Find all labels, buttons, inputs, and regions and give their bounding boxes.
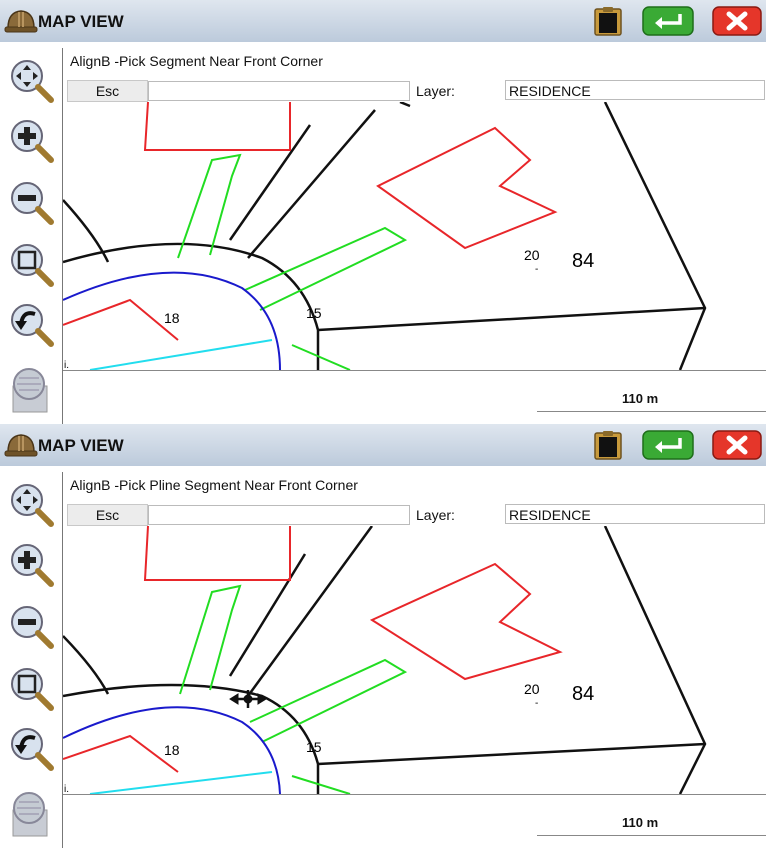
red-building-2 (369, 562, 563, 681)
green-line-3 (291, 775, 351, 794)
enter-button[interactable] (642, 430, 694, 460)
pan-zoom-icon[interactable] (7, 56, 57, 106)
zoom-layers-icon[interactable] (7, 364, 57, 414)
zoom-window-icon[interactable] (7, 664, 57, 714)
scale-bar (537, 835, 766, 836)
pick-cursor-icon (229, 690, 267, 708)
green-line-3 (291, 344, 351, 370)
lot-line-3 (63, 635, 110, 695)
lot-line-4 (399, 102, 411, 108)
title-bar: MAP VIEW (0, 0, 766, 42)
layer-label: Layer: (416, 83, 455, 99)
esc-button[interactable]: Esc (67, 80, 148, 102)
green-walk-1 (177, 153, 242, 259)
point-label-18: 18 (164, 310, 180, 326)
point-label-20: 20 (524, 681, 540, 697)
enter-button[interactable] (642, 6, 694, 36)
lot-label-84: 84 (572, 683, 594, 705)
red-line-3 (63, 298, 179, 341)
zoom-previous-icon[interactable] (7, 724, 57, 774)
scale-label: 110 m (622, 391, 659, 406)
green-walk-1 (179, 584, 242, 695)
close-button[interactable] (712, 6, 762, 36)
road-arc-outer (63, 683, 320, 794)
parcel-boundary-right (603, 526, 707, 794)
lot-label-84: 84 (572, 250, 594, 272)
lot-line-2 (228, 124, 312, 241)
title-bar: MAP VIEW (0, 424, 766, 466)
red-line-3 (63, 734, 179, 773)
zoom-out-icon[interactable] (7, 602, 57, 652)
zoom-in-icon[interactable] (7, 540, 57, 590)
tool-sidebar (0, 472, 63, 848)
parcel-boundary-right (603, 102, 707, 370)
pan-zoom-icon[interactable] (7, 480, 57, 530)
layer-field[interactable]: RESIDENCE (505, 504, 765, 524)
scale-label: 110 m (622, 815, 659, 830)
red-building-1 (143, 526, 291, 581)
scale-bar (537, 411, 766, 412)
zoom-window-icon[interactable] (7, 240, 57, 290)
lot-line-1 (247, 109, 376, 259)
point-label-small: i. (64, 784, 69, 794)
cyan-line (89, 771, 273, 794)
red-building-2 (376, 126, 558, 250)
map-view-panel-1: MAP VIEW AlignB -Pick Segment Near Front… (0, 0, 766, 424)
point-label-15: 15 (306, 739, 322, 755)
close-button[interactable] (712, 430, 762, 460)
svg-text:-: - (535, 264, 538, 275)
lot-line-2 (228, 553, 307, 677)
cyan-line (89, 339, 273, 370)
map-view-panel-2: MAP VIEW AlignB -Pick Pline Segment Near… (0, 424, 766, 848)
parcel-boundary-front (317, 306, 706, 332)
command-prompt: AlignB -Pick Segment Near Front Corner (70, 53, 323, 69)
hardhat-icon (4, 434, 38, 457)
command-prompt: AlignB -Pick Pline Segment Near Front Co… (70, 477, 358, 493)
window-title: MAP VIEW (38, 436, 124, 455)
lot-line-1 (246, 526, 374, 697)
zoom-previous-icon[interactable] (7, 300, 57, 350)
red-building-1 (143, 102, 291, 151)
window-title: MAP VIEW (38, 12, 124, 31)
svg-text:-: - (535, 698, 538, 709)
green-drive (244, 226, 408, 311)
zoom-in-icon[interactable] (7, 116, 57, 166)
layer-label: Layer: (416, 507, 455, 523)
point-label-small: i. (64, 360, 69, 370)
map-canvas[interactable]: 18 15 20 - 84 i. (63, 102, 766, 370)
zoom-out-icon[interactable] (7, 178, 57, 228)
tool-sidebar (0, 48, 63, 424)
point-label-20: 20 (524, 247, 540, 263)
point-label-18: 18 (164, 742, 180, 758)
point-label-15: 15 (306, 305, 322, 321)
status-bar: 110 m (63, 794, 766, 848)
esc-button[interactable]: Esc (67, 504, 148, 526)
zoom-layers-icon[interactable] (7, 788, 57, 838)
parcel-boundary-front (317, 742, 706, 766)
clipboard-icon[interactable] (590, 6, 626, 36)
status-bar: 110 m (63, 370, 766, 424)
hardhat-icon (4, 10, 38, 33)
command-input[interactable] (148, 505, 410, 525)
clipboard-icon[interactable] (590, 430, 626, 460)
map-canvas[interactable]: 18 15 20 - 84 i. (63, 526, 766, 794)
command-input[interactable] (148, 81, 410, 101)
layer-field[interactable]: RESIDENCE (505, 80, 765, 100)
